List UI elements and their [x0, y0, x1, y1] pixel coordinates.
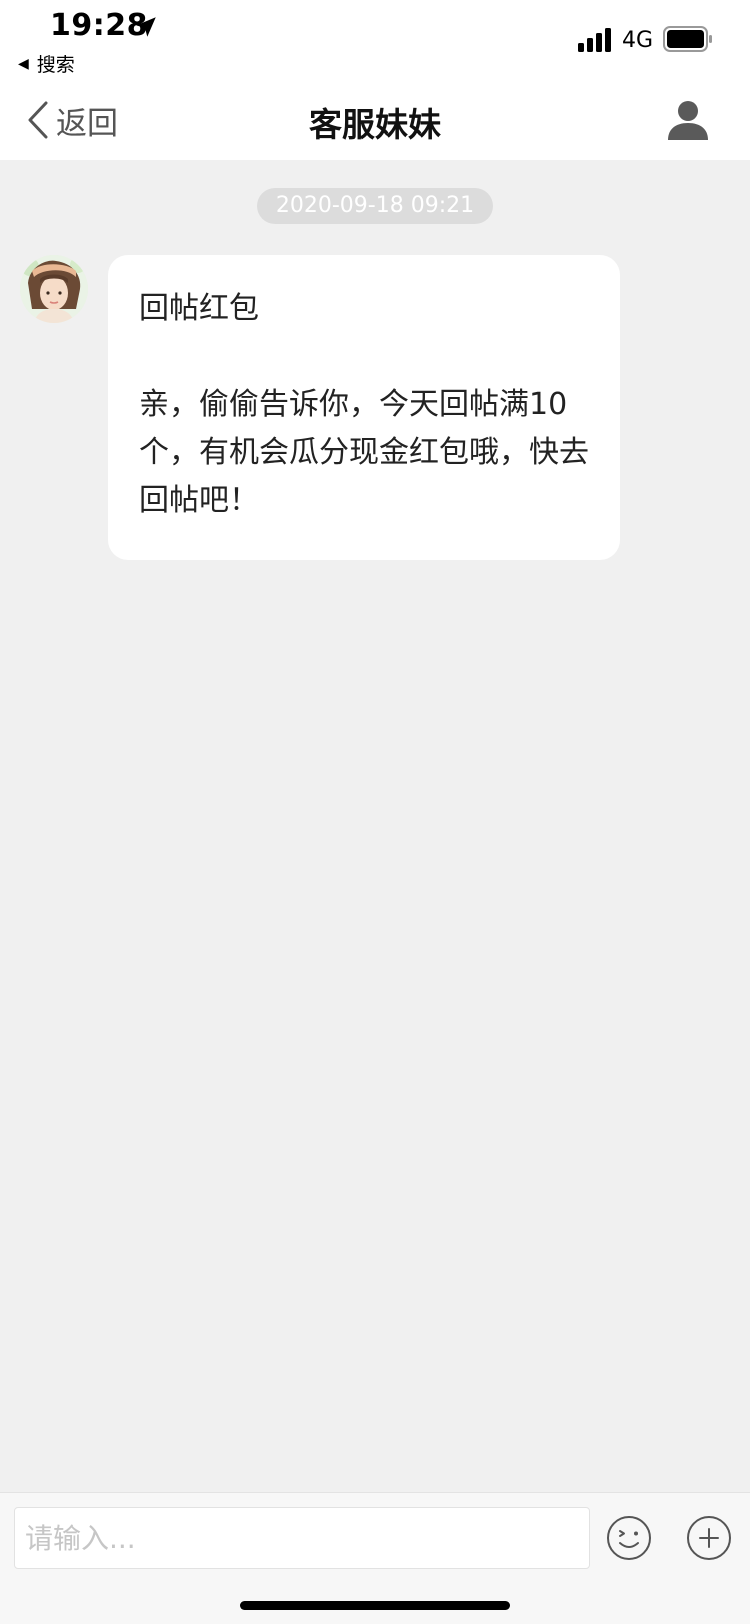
smiley-icon[interactable]: [606, 1515, 652, 1561]
message-list[interactable]: 2020-09-18 09:21 回帖红包 亲，偷偷告诉你，今天回帖满10个，有…: [0, 160, 750, 1492]
message-body: 亲，偷偷告诉你，今天回帖满10个，有机会瓜分现金红包哦，快去回帖吧！: [139, 387, 589, 518]
battery-icon: [663, 26, 712, 52]
message-input[interactable]: [14, 1507, 590, 1569]
message-timestamp: 2020-09-18 09:21: [257, 188, 493, 224]
user-icon[interactable]: [666, 98, 710, 142]
nav-bar: 返回 客服妹妹: [0, 80, 750, 160]
status-bar: 19:28 ◀ 搜索 4G: [0, 0, 750, 80]
message-title: 回帖红包: [139, 291, 259, 326]
page-title: 客服妹妹: [309, 105, 441, 144]
input-bar: [0, 1492, 750, 1624]
plus-circle-icon[interactable]: [686, 1515, 732, 1561]
back-to-app-label: 搜索: [36, 54, 75, 76]
chat-screen: 19:28 ◀ 搜索 4G 返回 客服妹妹 2020-09-18 09:21 回…: [0, 0, 750, 1624]
network-label: 4G: [622, 28, 654, 53]
message-bubble[interactable]: 回帖红包 亲，偷偷告诉你，今天回帖满10个，有机会瓜分现金红包哦，快去回帖吧！: [108, 255, 620, 560]
signal-icon: [578, 28, 611, 52]
back-triangle-icon: ◀: [18, 55, 29, 72]
avatar-portrait-icon: [20, 255, 88, 323]
back-to-app-link[interactable]: ◀ 搜索: [18, 50, 75, 77]
home-indicator[interactable]: [240, 1601, 510, 1610]
location-arrow-icon: [136, 17, 156, 37]
avatar[interactable]: [20, 255, 88, 323]
